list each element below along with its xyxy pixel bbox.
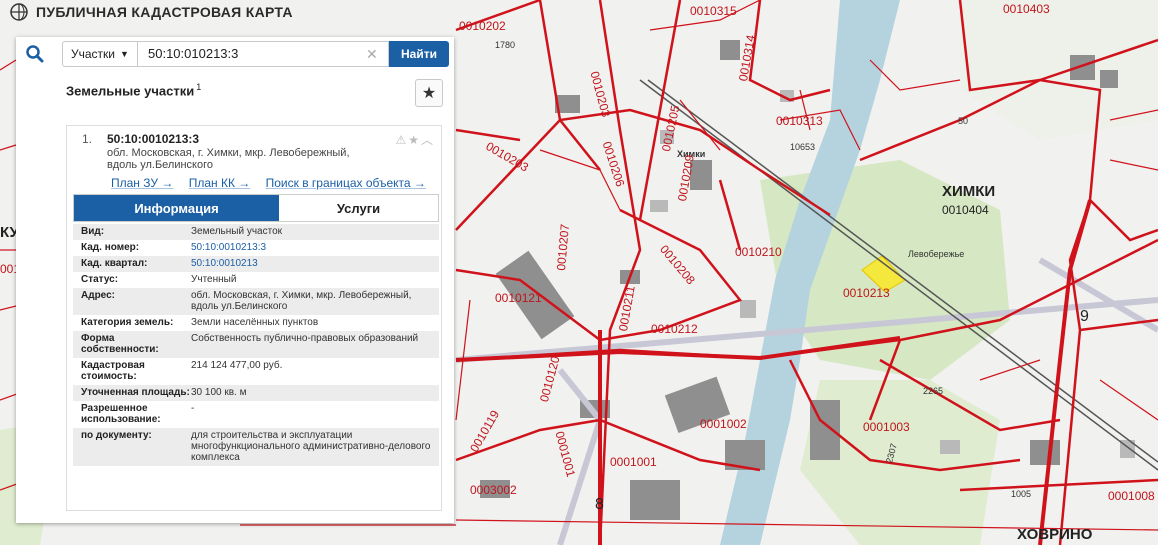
favorite-button[interactable]: ★ (415, 79, 443, 107)
search-panel: Участки ▼ 50:10:010213:3 ✕ Найти Земельн… (16, 37, 454, 523)
info-key: Категория земель: (81, 317, 174, 328)
info-row: Кадастровая стоимость: 214 124 477,00 руб… (73, 358, 439, 385)
info-key: по документу: (81, 430, 152, 441)
parcel-label: 0010315 (690, 4, 737, 18)
parcel-label: 0010210 (735, 245, 782, 259)
info-key: Уточненная площадь: (81, 387, 190, 398)
road-number: 8 (595, 496, 604, 513)
warning-icon[interactable]: ⚠ (395, 133, 408, 147)
info-key: Кад. номер: (81, 242, 140, 253)
info-table: Вид: Земельный участок Кад. номер: 50:10:0… (73, 224, 439, 466)
parcel-number: 1780 (495, 40, 516, 50)
info-row: Статус: Учтенный (73, 272, 439, 288)
info-value: - (191, 403, 195, 414)
parcel-label: 0001001 (610, 455, 657, 469)
parcel-label: 0010121 (495, 291, 542, 305)
info-row: Форма собственности: Собственность публич… (73, 331, 439, 358)
search-scope-select[interactable]: Участки ▼ (62, 41, 138, 67)
info-key: Разрешенное использование: (81, 403, 161, 425)
close-icon[interactable]: ✕ (366, 46, 378, 63)
info-value: 214 124 477,00 руб. (191, 360, 283, 371)
parcel-label: 0001008 (1108, 489, 1155, 503)
result-address: обл. Московская, г. Химки, мкр. Левобере… (107, 147, 350, 171)
app-title: ПУБЛИЧНАЯ КАДАСТРОВАЯ КАРТА (36, 4, 293, 20)
parcel-label: 0003002 (470, 483, 517, 497)
plan-kk-link[interactable]: План КК → (189, 176, 251, 190)
parcel-label: 0010403 (1003, 2, 1050, 16)
find-button[interactable]: Найти (389, 41, 449, 67)
parcel-number: 1005 (1011, 489, 1032, 499)
info-row: Уточненная площадь: 30 100 кв. м (73, 385, 439, 401)
info-value-link[interactable]: 50:10:0010213:3 (191, 242, 431, 253)
search-scope-label: Участки (71, 47, 115, 61)
result-card: 1. 50:10:0010213:3 обл. Московская, г. Х… (66, 125, 442, 511)
info-tabs: Информация Услуги (73, 194, 439, 222)
info-row: Категория земель: Земли населённых пункто… (73, 315, 439, 331)
tab-services[interactable]: Услуги (279, 195, 438, 221)
road-number: 9 (1080, 308, 1089, 325)
parcel-number: 50 (958, 116, 969, 126)
info-value: Собственность публично-правовых образова… (191, 333, 419, 344)
search-within-link[interactable]: Поиск в границах объекта → (266, 176, 426, 190)
parcel-label: 0010202 (459, 19, 506, 33)
tab-information[interactable]: Информация (74, 195, 279, 221)
info-row: по документу: для строительства и эксплуа… (73, 428, 439, 466)
info-key: Форма собственности: (81, 333, 159, 355)
info-key: Вид: (81, 226, 105, 237)
result-index: 1. (82, 132, 93, 146)
info-key: Адрес: (81, 290, 115, 301)
info-row: Кад. квартал: 50:10:0010213 (73, 256, 439, 272)
info-key: Статус: (81, 274, 119, 285)
chevron-up-icon[interactable]: ︿ (421, 133, 435, 147)
info-value: Земельный участок (191, 226, 283, 237)
globe-icon (10, 3, 28, 21)
parcel-label: 0001003 (863, 420, 910, 434)
search-input[interactable]: 50:10:010213:3 (138, 41, 389, 67)
app-header: ПУБЛИЧНАЯ КАДАСТРОВАЯ КАРТА (0, 0, 293, 24)
info-row: Кад. номер: 50:10:0010213:3 (73, 240, 439, 256)
parcel-label: 0010313 (776, 114, 823, 128)
info-value: для строительства и эксплуатации многофу… (191, 430, 431, 463)
plan-zu-link[interactable]: План ЗУ → (111, 176, 173, 190)
info-value-link[interactable]: 50:10:0010213 (191, 258, 431, 269)
search-icon[interactable] (25, 44, 45, 64)
result-cad-number[interactable]: 50:10:0010213:3 (107, 132, 199, 146)
results-title: Земельные участки (66, 83, 195, 99)
info-row: Адрес: обл. Московская, г. Химки, мкр. Ле… (73, 288, 439, 315)
results-header: Земельные участки 1 (66, 82, 201, 98)
search-bar: Участки ▼ 50:10:010213:3 ✕ Найти (16, 37, 454, 71)
info-row: Разрешенное использование: - (73, 401, 439, 428)
place-label-khovrino: ХОВРИНО (1017, 526, 1093, 543)
parcel-label: 0010212 (651, 322, 698, 336)
place-label-levoberezhye: Левобережье (908, 249, 965, 259)
chevron-down-icon: ▼ (120, 49, 129, 59)
parcel-number: 10653 (790, 142, 816, 152)
result-links: План ЗУ → План КК → Поиск в границах объ… (111, 176, 438, 190)
info-value: Учтенный (191, 274, 237, 285)
info-key: Кад. квартал: (81, 258, 148, 269)
info-key: Кадастровая стоимость: (81, 360, 145, 382)
parcel-label-selected: 0010213 (843, 286, 890, 300)
parcel-label: 0010404 (942, 203, 989, 217)
info-row: Вид: Земельный участок (73, 224, 439, 240)
results-count: 1 (196, 82, 202, 92)
parcel-number: 2265 (923, 386, 944, 396)
info-value: Земли населённых пунктов (191, 317, 319, 328)
parcel-label: 0001002 (700, 417, 747, 431)
place-label-khimki: ХИМКИ (942, 183, 996, 200)
card-actions: ⚠★︿ (395, 131, 435, 148)
star-icon: ★ (421, 85, 437, 102)
info-value: обл. Московская, г. Химки, мкр. Левобере… (191, 290, 412, 312)
info-value: 30 100 кв. м (191, 387, 247, 398)
star-icon[interactable]: ★ (408, 133, 421, 147)
